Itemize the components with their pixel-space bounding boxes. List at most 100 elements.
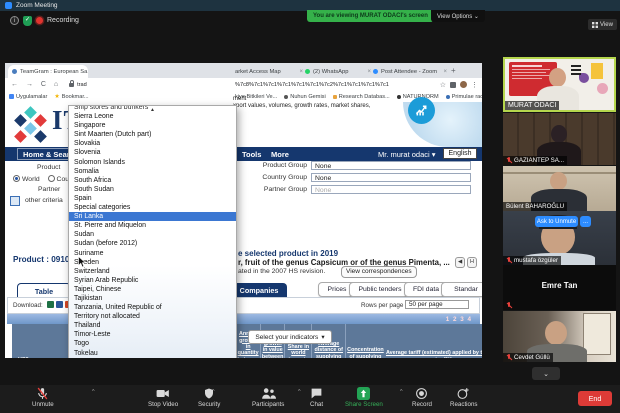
nav-more[interactable]: More xyxy=(271,150,289,159)
dropdown-option[interactable]: Sri Lanka xyxy=(69,212,236,221)
dropdown-option[interactable]: Slovenia xyxy=(69,148,236,157)
nav-tools[interactable]: Tools xyxy=(242,150,261,159)
bookmark-star-icon[interactable]: ☆ xyxy=(440,81,446,89)
record-button[interactable]: Record xyxy=(412,387,432,408)
itc-logo[interactable] xyxy=(12,106,52,146)
criteria-table-icon[interactable] xyxy=(10,196,20,206)
security-shield-icon[interactable]: ✓ xyxy=(23,16,32,26)
sidebar-scroll-chevron[interactable]: ⌄ xyxy=(532,367,560,380)
nav-user-menu[interactable]: Mr. murat odaci ▾ xyxy=(378,150,436,159)
grid-view-icon xyxy=(592,22,598,28)
participant-tile-murat[interactable]: MURAT ODACI xyxy=(503,57,616,112)
dropdown-option[interactable]: Thailand xyxy=(69,321,236,330)
view-options-button[interactable]: View Options ⌄ xyxy=(431,10,485,22)
participant-head xyxy=(545,321,567,345)
browser-nav-icons[interactable]: ← → C ⌂ xyxy=(11,81,61,88)
participant-tile-emre[interactable]: Emre Tan xyxy=(503,265,616,310)
public-tenders-button[interactable]: Public tenders xyxy=(349,282,411,297)
share-options-caret[interactable]: ^ xyxy=(400,389,403,395)
product-prev-button[interactable]: ◀ xyxy=(455,257,465,268)
dropdown-option[interactable]: St. Pierre and Miquelon xyxy=(69,221,236,230)
tab-companies[interactable]: Companies xyxy=(231,283,287,297)
country-radio[interactable] xyxy=(48,175,55,182)
tab-close-icon[interactable]: × xyxy=(443,69,447,75)
participant-tile-cevdet[interactable]: Cevdet Güllü xyxy=(503,311,616,362)
dropdown-option[interactable]: Sierra Leone xyxy=(69,112,236,121)
site-tagline: ment xport values, volumes, growth rates… xyxy=(233,96,370,110)
unmute-options-caret[interactable]: ^ xyxy=(92,389,95,395)
participant-head xyxy=(549,68,566,87)
bookmark-item[interactable]: ★Bookmar... xyxy=(54,93,88,100)
dropdown-option[interactable]: Tanzania, United Republic of xyxy=(69,303,236,312)
world-radio[interactable] xyxy=(13,175,20,182)
participant-more-button[interactable]: ... xyxy=(580,216,591,227)
dropdown-option[interactable]: Togo xyxy=(69,339,236,348)
dropdown-option[interactable]: Syrian Arab Republic xyxy=(69,276,236,285)
partner-group-select[interactable]: None xyxy=(311,185,471,194)
dropdown-option[interactable]: Suriname xyxy=(69,249,236,258)
dropdown-option[interactable]: Sweden xyxy=(69,258,236,267)
dropdown-option[interactable]: Tokelau xyxy=(69,349,236,358)
participants-button[interactable]: Participants xyxy=(252,387,284,408)
dropdown-option[interactable]: Tajikistan xyxy=(69,294,236,303)
browser-tab-market-access[interactable]: arket Access Map × xyxy=(231,65,307,78)
language-selector[interactable]: English xyxy=(443,148,477,159)
dropdown-option[interactable]: Taipei, Chinese xyxy=(69,285,236,294)
bookmark-item[interactable]: Primulae radix | G... xyxy=(446,94,482,100)
browser-profile-avatar[interactable] xyxy=(460,81,467,88)
dropdown-option[interactable]: South Sudan xyxy=(69,185,236,194)
dropdown-option[interactable]: Switzerland xyxy=(69,267,236,276)
excel-download-icon[interactable] xyxy=(47,301,54,308)
country-group-select[interactable]: None xyxy=(311,173,471,182)
share-screen-button[interactable]: Share Screen xyxy=(345,387,383,408)
dropdown-option[interactable]: Slovakia xyxy=(69,139,236,148)
unmute-button[interactable]: Unmute xyxy=(32,387,54,408)
pagination-numbers[interactable]: 1 2 3 4 xyxy=(446,316,472,323)
meeting-info-icon[interactable]: i xyxy=(10,16,19,25)
product-group-select[interactable]: None xyxy=(311,161,471,170)
tab-table[interactable]: Table xyxy=(17,283,71,298)
select-indicators-button[interactable]: Select your indicators▾ xyxy=(248,330,332,344)
browser-addressbar[interactable]: ← → C ⌂ trad %7c8%7c1%7c1%7c1%7c1%7c1%7c… xyxy=(5,78,482,91)
column-header[interactable]: Concentration of supplying countries xyxy=(346,324,385,358)
word-download-icon[interactable] xyxy=(56,301,63,308)
chat-button[interactable]: Chat xyxy=(310,387,323,408)
bookmark-apps[interactable]: Uygulamalar xyxy=(9,94,47,100)
end-meeting-button[interactable]: End xyxy=(578,391,612,406)
view-correspondences-button[interactable]: View correspondences xyxy=(341,266,417,278)
dropdown-option[interactable]: Somalia xyxy=(69,167,236,176)
dropdown-option[interactable]: Solomon Islands xyxy=(69,158,236,167)
browser-tab-whatsapp[interactable]: (2) WhatsApp × xyxy=(301,65,375,78)
dropdown-option[interactable]: Sudan (before 2012) xyxy=(69,239,236,248)
scroll-up-icon[interactable]: ▲ xyxy=(69,107,236,113)
reactions-button[interactable]: Reactions xyxy=(450,387,478,408)
browser-tab-zoom[interactable]: Post Attendee - Zoom × xyxy=(369,65,451,78)
security-button[interactable]: Security xyxy=(198,387,220,408)
column-header[interactable]: Average tariff (estimated) applied by th… xyxy=(385,324,482,358)
tab-label: TeamGram : European Sa... xyxy=(20,69,88,75)
new-tab-button[interactable]: + xyxy=(451,66,456,75)
browser-tab-teamgram[interactable]: TeamGram : European Sa... xyxy=(8,65,88,78)
dropdown-option[interactable]: South Africa xyxy=(69,176,236,185)
other-criteria-label[interactable]: other criteria xyxy=(25,197,63,204)
dropdown-option[interactable]: Special categories xyxy=(69,203,236,212)
view-layout-button[interactable]: View xyxy=(588,19,617,30)
stop-video-button[interactable]: Stop Video xyxy=(148,387,178,408)
rows-per-page-select[interactable]: 50 per page xyxy=(405,300,469,309)
browser-menu-icon[interactable]: ⋮ xyxy=(471,81,478,89)
participant-tile-bulent[interactable]: Bülent BAHAROĞLU xyxy=(503,166,616,211)
dropdown-option[interactable]: Timor-Leste xyxy=(69,330,236,339)
dropdown-option[interactable]: Singapore xyxy=(69,121,236,130)
participants-options-caret[interactable]: ^ xyxy=(298,389,301,395)
camera-icon xyxy=(156,387,170,400)
dropdown-option[interactable]: Territory not allocated xyxy=(69,312,236,321)
ask-to-unmute-button[interactable]: Ask to Unmute xyxy=(535,216,578,227)
url-text-right: %7c8%7c1%7c1%7c1%7c1%7c1%7c2%7c1%7c1%7c1… xyxy=(235,82,389,88)
extensions-icon[interactable] xyxy=(450,82,456,88)
product-hs-button[interactable]: H xyxy=(467,257,477,268)
standards-button[interactable]: Standar xyxy=(441,282,482,297)
participant-tile-gaziantep[interactable]: GAZIANTEP SA... xyxy=(503,113,616,165)
dropdown-option[interactable]: Spain xyxy=(69,194,236,203)
dropdown-option[interactable]: Sint Maarten (Dutch part) xyxy=(69,130,236,139)
dropdown-option[interactable]: Sudan xyxy=(69,230,236,239)
